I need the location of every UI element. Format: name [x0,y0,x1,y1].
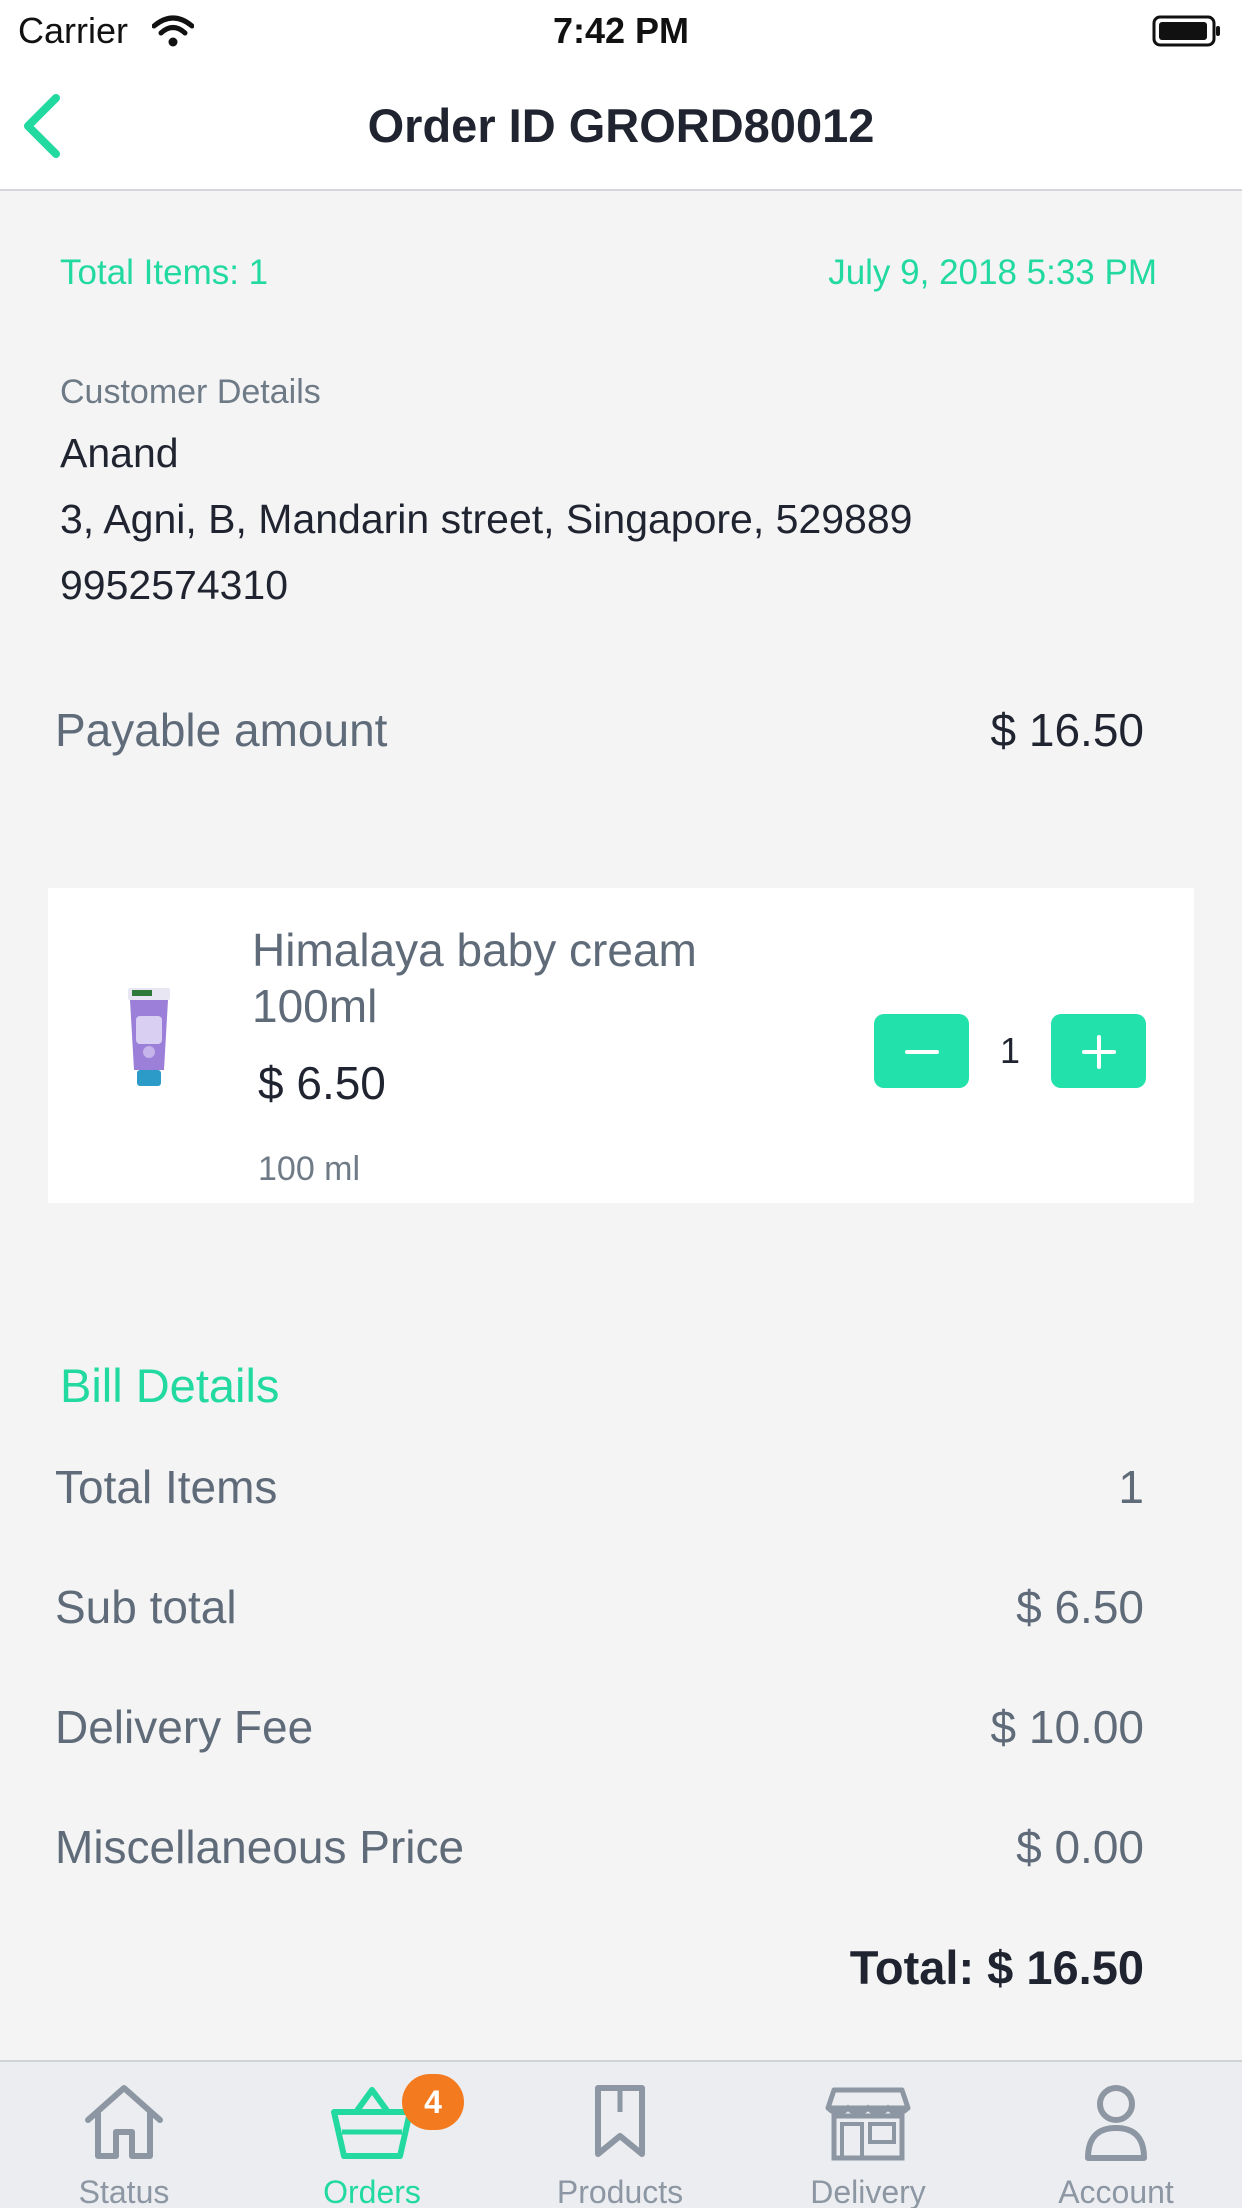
bill-total-items-label: Total Items [55,1461,278,1513]
clock: 7:42 PM [552,10,690,51]
product-size: 100 ml [258,1150,361,1188]
tab-account-label: Account [1058,2174,1174,2208]
orders-badge: 4 [402,2074,464,2130]
product-card: Himalaya baby cream 100ml $ 6.50 100 ml … [48,888,1194,1203]
customer-details-label: Customer Details [60,373,321,411]
total-items-summary: Total Items: 1 [60,253,269,292]
product-price: $ 6.50 [258,1057,386,1109]
tab-status[interactable]: Status [0,2062,248,2208]
decrease-quantity-button[interactable] [874,1014,969,1088]
customer-address: 3, Agni, B, Mandarin street, Singapore, … [60,496,913,542]
plus-icon [1082,1035,1116,1069]
tab-status-label: Status [78,2174,170,2208]
bill-total: Total: $ 16.50 [849,1941,1144,1994]
bill-delivery-fee-value: $ 10.00 [990,1701,1144,1753]
page-title: Order ID GRORD80012 [367,99,875,152]
store-icon [825,2087,911,2161]
bill-subtotal-value: $ 6.50 [1016,1581,1144,1633]
quantity-value: 1 [999,1030,1021,1071]
minus-icon [905,1050,939,1054]
bill-misc-price-value: $ 0.00 [1016,1821,1144,1873]
tab-orders[interactable]: Orders [248,2062,496,2208]
user-icon [1085,2085,1147,2161]
bill-subtotal-label: Sub total [55,1581,237,1633]
tab-account[interactable]: Account [992,2062,1240,2208]
tab-products-label: Products [556,2174,684,2208]
bill-details-title: Bill Details [60,1359,280,1412]
product-name: Himalaya baby cream 100ml [252,924,697,1032]
customer-name: Anand [60,430,179,476]
payable-amount-value: $ 16.50 [990,704,1144,756]
bill-misc-price-label: Miscellaneous Price [55,1821,465,1873]
payable-amount-label: Payable amount [55,704,388,756]
bill-delivery-fee-label: Delivery Fee [55,1701,314,1753]
tab-delivery-label: Delivery [810,2174,926,2208]
tab-products[interactable]: Products [496,2062,744,2208]
status-bar: Carrier 7:42 PM [0,0,1242,60]
bookmark-icon [595,2085,645,2157]
tab-orders-label: Orders [323,2174,421,2208]
product-image [128,988,170,1086]
navigation-bar: Order ID GRORD80012 [0,60,1242,191]
battery-icon [1152,15,1220,47]
customer-phone: 9952574310 [60,562,289,608]
order-datetime: July 9, 2018 5:33 PM [828,253,1157,292]
increase-quantity-button[interactable] [1051,1014,1146,1088]
tab-bar: Status Orders Products Delivery Account [0,2060,1242,2208]
bill-total-items-value: 1 [1118,1461,1144,1513]
home-icon [85,2085,163,2159]
tab-delivery[interactable]: Delivery [744,2062,992,2208]
